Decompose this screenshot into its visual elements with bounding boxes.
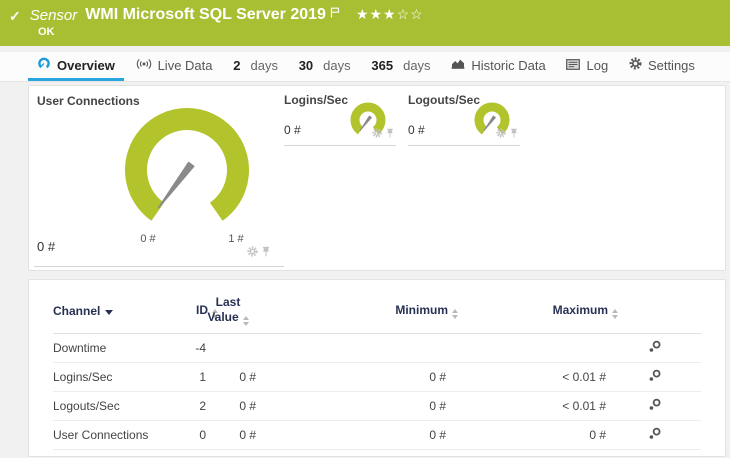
gauge-settings-gear-icon[interactable]: [372, 125, 382, 143]
minimum-cell: 0 #: [429, 428, 446, 442]
gauge-needle: [483, 115, 496, 132]
tab-2-days[interactable]: 2 days: [224, 52, 287, 81]
sort-icon: [242, 316, 249, 327]
minimum-cell: 0 #: [429, 399, 446, 413]
channel-settings-icon[interactable]: [648, 340, 661, 356]
gauge-title: Logins/Sec: [284, 93, 349, 107]
column-header-last-value[interactable]: Last Value: [202, 295, 254, 327]
gauge-icon: [37, 57, 51, 73]
ok-check-icon: ✓: [9, 8, 21, 24]
gauge-pin-icon[interactable]: [386, 125, 394, 143]
channel-cell: Logouts/Sec: [53, 399, 120, 413]
column-header-minimum[interactable]: Minimum: [258, 303, 458, 319]
flag-icon: [330, 5, 340, 23]
maximum-cell: < 0.01 #: [562, 399, 606, 413]
gauge-needle: [359, 115, 372, 132]
gear-icon: [629, 57, 642, 73]
gauge-pin-icon[interactable]: [262, 244, 270, 262]
gauge-tile-logouts-sec: Logouts/Sec 0 #: [408, 86, 520, 146]
channel-settings-icon[interactable]: [648, 398, 661, 414]
tab-overview[interactable]: Overview: [28, 52, 124, 81]
channel-settings-icon[interactable]: [648, 427, 661, 443]
last-value-cell: 0 #: [239, 399, 256, 413]
priority-stars[interactable]: ★★★☆☆: [356, 6, 424, 23]
historic-chart-icon: [451, 58, 465, 73]
id-cell: 2: [199, 399, 206, 413]
tab-30-days[interactable]: 30 days: [290, 52, 360, 81]
maximum-cell: < 0.01 #: [562, 370, 606, 384]
id-cell: 1: [199, 370, 206, 384]
id-cell: 0: [199, 428, 206, 442]
channels-table-panel: Channel ID Last Value Minimum Maximum Do…: [28, 279, 726, 457]
channel-cell: Downtime: [53, 341, 107, 355]
gauge-settings-gear-icon[interactable]: [247, 244, 258, 262]
channel-cell: User Connections: [53, 428, 149, 442]
tab-bar: Overview Live Data 2 days 30 days 365 days …: [0, 52, 730, 82]
gauge-tile-logins-sec: Logins/Sec 0 #: [284, 86, 396, 146]
tab-historic-data[interactable]: Historic Data: [442, 52, 554, 81]
table-header-row: Channel ID Last Value Minimum Maximum: [53, 294, 701, 334]
gauge-pin-icon[interactable]: [510, 125, 518, 143]
table-row: Logins/Sec 1 0 # 0 # < 0.01 #: [53, 363, 701, 392]
gauges-panel: User Connections 0 # 0 # 1 # Logins/Sec …: [28, 85, 726, 271]
last-value-cell: 0 #: [239, 428, 256, 442]
column-header-maximum[interactable]: Maximum: [458, 303, 618, 319]
gauge-current-value: 0 #: [284, 123, 301, 137]
gauge-settings-gear-icon[interactable]: [496, 125, 506, 143]
table-row: Downtime -4: [53, 334, 701, 363]
minimum-cell: 0 #: [429, 370, 446, 384]
sensor-status-text: OK: [38, 26, 55, 38]
sort-desc-icon: [105, 309, 114, 315]
log-icon: [566, 58, 581, 73]
gauge-needle: [157, 161, 195, 209]
tab-365-days[interactable]: 365 days: [362, 52, 439, 81]
channel-cell: Logins/Sec: [53, 370, 113, 384]
tab-settings[interactable]: Settings: [620, 52, 704, 81]
sort-icon: [612, 308, 618, 319]
column-header-channel[interactable]: Channel: [53, 304, 168, 318]
table-row: Logouts/Sec 2 0 # 0 # < 0.01 #: [53, 392, 701, 421]
gauge-tile-user-connections: User Connections 0 # 0 # 1 #: [34, 86, 284, 267]
sensor-status-banner: ✓ Sensor WMI Microsoft SQL Server 2019 ★…: [0, 0, 730, 46]
user-connections-gauge: [125, 108, 249, 221]
maximum-cell: 0 #: [589, 428, 606, 442]
live-data-broadcast-icon: [136, 58, 152, 73]
gauge-scale-min: 0 #: [140, 233, 156, 245]
sensor-title: WMI Microsoft SQL Server 2019: [85, 6, 326, 23]
tab-live-data[interactable]: Live Data: [127, 52, 222, 81]
gauge-current-value: 0 #: [408, 123, 425, 137]
id-cell: -4: [195, 341, 206, 355]
tab-log[interactable]: Log: [557, 52, 617, 81]
gauge-current-value: 0 #: [37, 239, 56, 254]
sensor-type-label: Sensor: [29, 7, 78, 24]
table-row: User Connections 0 0 # 0 # 0 #: [53, 421, 701, 450]
channel-settings-icon[interactable]: [648, 369, 661, 385]
last-value-cell: 0 #: [239, 370, 256, 384]
